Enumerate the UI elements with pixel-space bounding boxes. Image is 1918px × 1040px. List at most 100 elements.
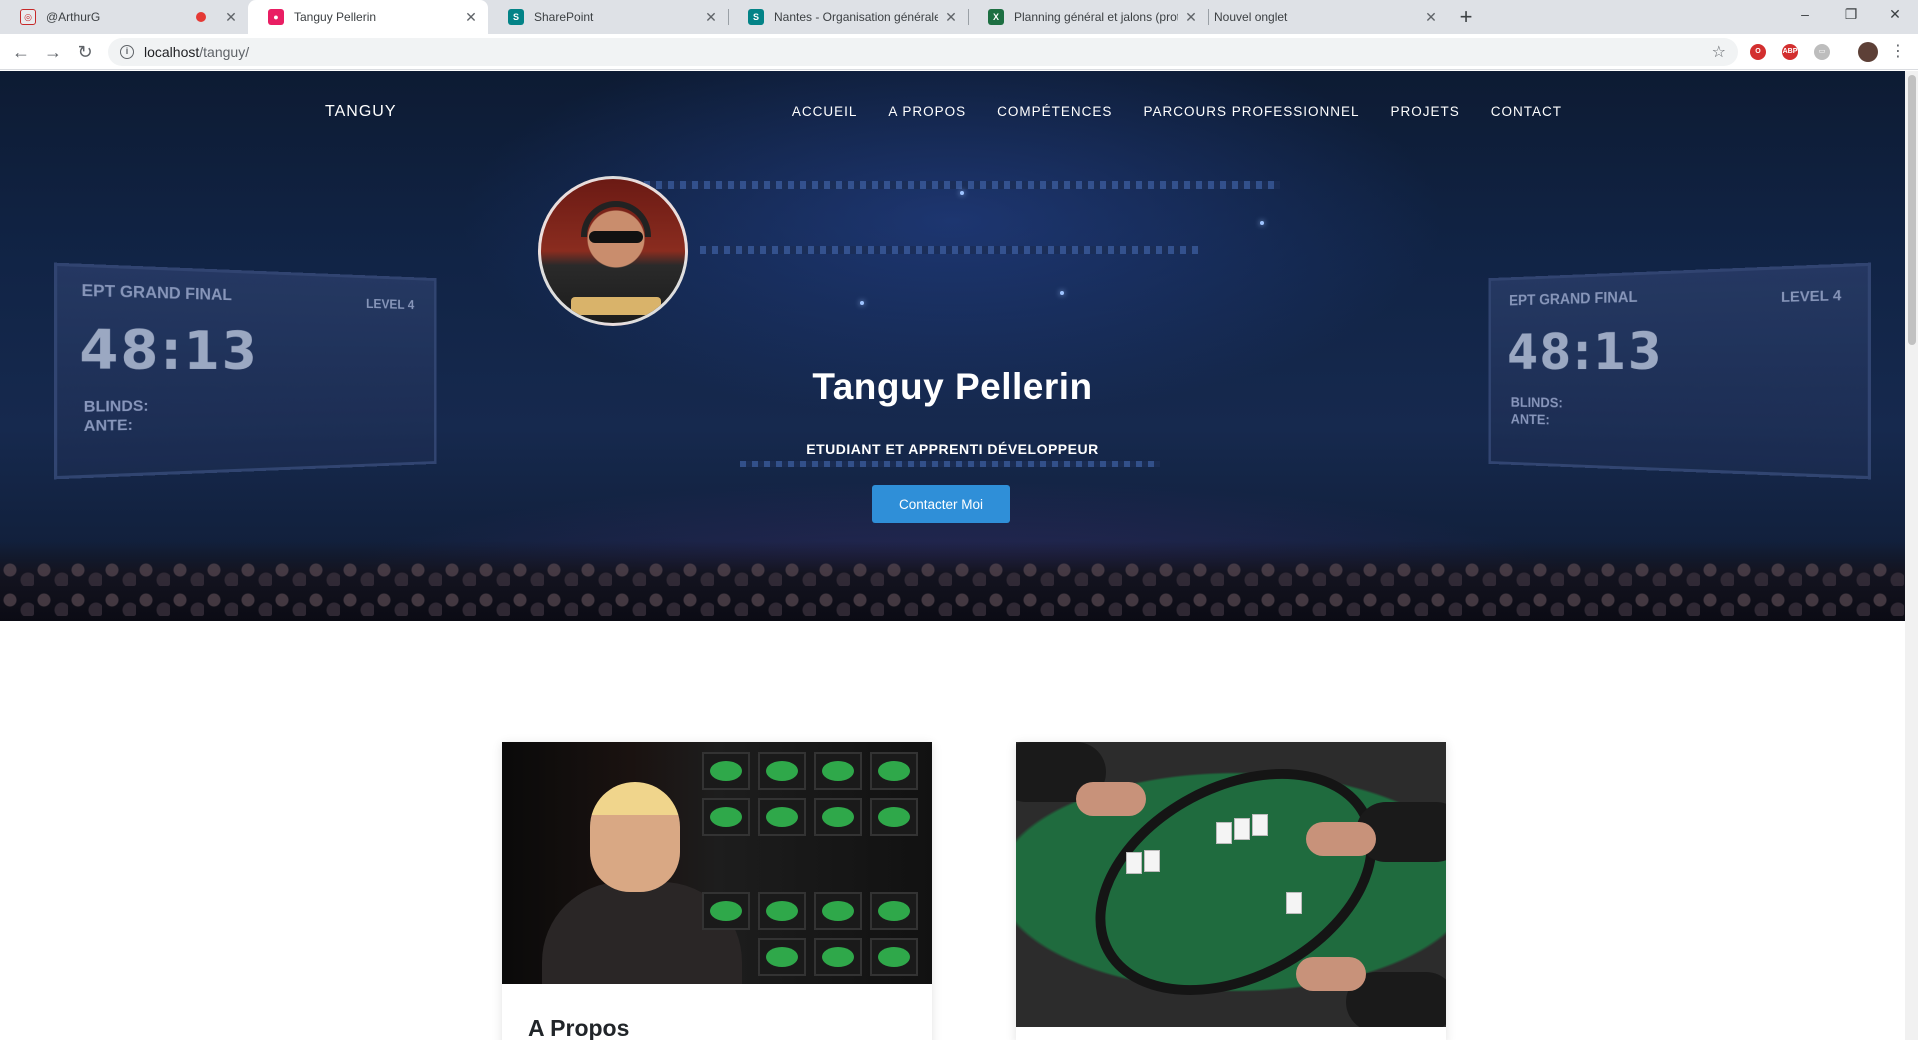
nav-menu: ACCUEIL A PROPOS COMPÉTENCES PARCOURS PR… xyxy=(761,104,1562,119)
stage-light xyxy=(1260,221,1264,225)
playing-card-shape xyxy=(1126,852,1142,874)
player-hand-shape xyxy=(1076,782,1146,816)
nav-link-a-propos[interactable]: A PROPOS xyxy=(888,104,966,119)
stage-light xyxy=(860,301,864,305)
nav-link-contact[interactable]: CONTACT xyxy=(1491,104,1562,119)
crowd-backdrop xyxy=(0,556,1905,621)
page-viewport: EPT GRAND FINAL LEVEL 4 48:13 BLINDS: AN… xyxy=(0,71,1905,1040)
nav-link-accueil[interactable]: ACCUEIL xyxy=(792,104,858,119)
screen-ante-label: ANTE: xyxy=(83,416,133,436)
recording-indicator-icon xyxy=(196,12,206,22)
page-scrollbar[interactable] xyxy=(1905,71,1918,1040)
nav-link-projets[interactable]: PROJETS xyxy=(1390,104,1459,119)
profile-avatar xyxy=(538,176,688,326)
reload-icon[interactable]: ↻ xyxy=(71,38,99,66)
brand-link[interactable]: TANGUY xyxy=(325,103,396,121)
tab-title: Nantes - Organisation générale - xyxy=(774,10,938,24)
site-navbar: TANGUY ACCUEIL A PROPOS COMPÉTENCES PARC… xyxy=(0,71,1905,157)
maximize-button[interactable]: ❐ xyxy=(1828,0,1874,30)
site-info-icon[interactable]: i xyxy=(120,45,134,59)
tab-title: Nouvel onglet xyxy=(1214,10,1288,24)
close-tab-icon[interactable]: ✕ xyxy=(1424,9,1438,26)
scrollbar-thumb[interactable] xyxy=(1908,75,1916,345)
monitor-shape xyxy=(702,892,750,930)
close-tab-icon[interactable]: ✕ xyxy=(1184,9,1198,26)
minimize-button[interactable]: – xyxy=(1782,0,1828,30)
instagram-favicon-icon: ◎ xyxy=(20,9,36,25)
screen-level: LEVEL 4 xyxy=(365,295,415,312)
opera-icon[interactable]: O xyxy=(1750,44,1766,60)
sharepoint-favicon-icon: S xyxy=(748,9,764,25)
tab-arthurg[interactable]: ◎ @ArthurG ✕ xyxy=(0,0,248,34)
player-hand-shape xyxy=(1296,957,1366,991)
player-face-shape xyxy=(590,782,680,892)
about-card-title: A Propos xyxy=(528,1015,630,1040)
more-menu-icon[interactable]: ⋮ xyxy=(1884,38,1912,66)
hero-name: Tanguy Pellerin xyxy=(812,366,1093,407)
extension-icon[interactable]: ▭ xyxy=(1814,44,1830,60)
browser-tab-bar: ◎ @ArthurG ✕ ● Tanguy Pellerin ✕ S Share… xyxy=(0,0,1918,34)
monitor-shape xyxy=(702,798,750,836)
tab-title: SharePoint xyxy=(534,10,594,24)
screen-label: EPT GRAND FINAL xyxy=(81,281,232,305)
bookmark-star-icon[interactable]: ☆ xyxy=(1712,42,1726,62)
monitor-shape xyxy=(814,892,862,930)
player-hand-shape xyxy=(1306,822,1376,856)
sharepoint-favicon-icon: S xyxy=(508,9,524,25)
screen-label: EPT GRAND FINAL xyxy=(1509,288,1638,310)
excel-favicon-icon: X xyxy=(988,9,1004,25)
playing-card-shape xyxy=(1286,892,1302,914)
monitor-shape xyxy=(870,752,918,790)
new-tab-button[interactable]: + xyxy=(1452,3,1480,31)
monitor-shape xyxy=(758,892,806,930)
monitor-shape xyxy=(758,938,806,976)
nav-link-parcours[interactable]: PARCOURS PROFESSIONNEL xyxy=(1143,104,1359,119)
monitor-shape xyxy=(702,752,750,790)
tab-tanguy-pellerin[interactable]: ● Tanguy Pellerin ✕ xyxy=(248,0,488,34)
tab-title: Tanguy Pellerin xyxy=(294,10,377,24)
close-tab-icon[interactable]: ✕ xyxy=(464,9,478,26)
nav-link-competences[interactable]: COMPÉTENCES xyxy=(997,104,1112,119)
tab-title: @ArthurG xyxy=(46,10,101,24)
stage-truss xyxy=(620,181,1280,189)
address-bar[interactable]: i localhost/tanguy/ ☆ xyxy=(108,38,1738,66)
profile-avatar-icon[interactable] xyxy=(1858,42,1878,62)
monitor-shape xyxy=(870,938,918,976)
contact-me-button[interactable]: Contacter Moi xyxy=(872,485,1010,523)
monitor-shape xyxy=(870,892,918,930)
address-host: localhost xyxy=(144,44,200,60)
address-path: /tanguy/ xyxy=(199,44,250,60)
hero-section: EPT GRAND FINAL LEVEL 4 48:13 BLINDS: AN… xyxy=(0,71,1905,621)
playing-card-shape xyxy=(1144,850,1160,872)
about-card: A Propos xyxy=(502,742,932,1040)
adblock-icon[interactable]: ABP xyxy=(1782,44,1798,60)
playing-card-shape xyxy=(1234,818,1250,840)
monitor-shape xyxy=(758,752,806,790)
stage-truss xyxy=(740,461,1160,467)
monitor-shape xyxy=(814,752,862,790)
screen-ante-label: ANTE: xyxy=(1510,411,1550,429)
poker-table-image xyxy=(1016,742,1446,1027)
monitor-shape xyxy=(814,938,862,976)
close-tab-icon[interactable]: ✕ xyxy=(944,9,958,26)
forward-arrow-icon[interactable]: → xyxy=(39,38,67,66)
tab-nantes[interactable]: S Nantes - Organisation générale - ✕ xyxy=(728,0,968,34)
stage-light xyxy=(1060,291,1064,295)
about-card-image xyxy=(502,742,932,984)
tab-sharepoint[interactable]: S SharePoint ✕ xyxy=(488,0,728,34)
poker-chips-shape xyxy=(571,297,661,315)
tab-planning[interactable]: X Planning général et jalons (proté ✕ xyxy=(968,0,1208,34)
monitor-shape xyxy=(814,798,862,836)
playing-card-shape xyxy=(1252,814,1268,836)
close-tab-icon[interactable]: ✕ xyxy=(704,9,718,26)
hero-subtitle: ETUDIANT ET APPRENTI DÉVELOPPEUR xyxy=(806,441,1099,457)
monitor-shape xyxy=(870,798,918,836)
stage-truss xyxy=(700,246,1200,254)
close-tab-icon[interactable]: ✕ xyxy=(224,9,238,26)
tab-title: Planning général et jalons (proté xyxy=(1014,10,1178,24)
back-arrow-icon[interactable]: ← xyxy=(7,38,35,66)
tab-nouvel-onglet[interactable]: Nouvel onglet ✕ xyxy=(1208,0,1448,34)
close-window-button[interactable]: ✕ xyxy=(1872,0,1918,30)
monitor-shape xyxy=(758,798,806,836)
sunglasses-shape xyxy=(589,231,643,243)
